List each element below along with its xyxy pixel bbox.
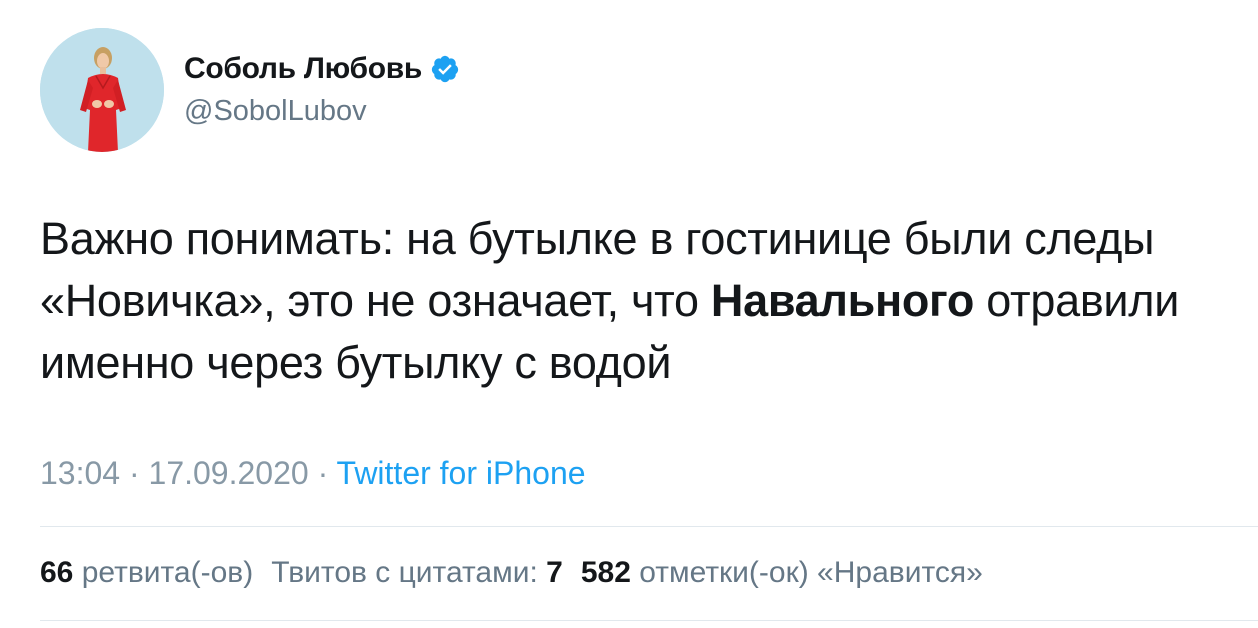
divider bbox=[40, 526, 1258, 527]
tweet-text-line-3: именно через бутылку с водой bbox=[40, 337, 672, 388]
divider bbox=[40, 620, 1258, 621]
tweet-text-segment: отравили bbox=[974, 275, 1180, 326]
author-display-name[interactable]: Соболь Любовь bbox=[184, 52, 422, 86]
retweets-stat[interactable]: 66 ретвита(-ов) bbox=[40, 556, 253, 589]
likes-label: отметки(-ок) «Нравится» bbox=[639, 556, 983, 589]
avatar-portrait-icon bbox=[40, 28, 164, 152]
author-name-row: Соболь Любовь bbox=[184, 52, 460, 86]
quotes-label: Твитов с цитатами: bbox=[271, 556, 538, 589]
quotes-count: 7 bbox=[546, 556, 563, 589]
tweet-text-bold-segment: Навального bbox=[710, 275, 975, 326]
retweets-count: 66 bbox=[40, 556, 74, 589]
tweet-source-link[interactable]: Twitter for iPhone bbox=[337, 455, 586, 491]
quotes-stat[interactable]: Твитов с цитатами: 7 bbox=[271, 556, 563, 589]
tweet-text: Важно понимать: на бутылке в гостинице б… bbox=[40, 208, 1240, 394]
meta-separator: · bbox=[120, 455, 149, 491]
tweet-text-line-1: Важно понимать: на бутылке в гостинице б… bbox=[40, 213, 1155, 264]
tweet-time[interactable]: 13:04 bbox=[40, 455, 120, 491]
meta-separator: · bbox=[308, 455, 337, 491]
tweet-meta: 13:04 · 17.09.2020 · Twitter for iPhone bbox=[40, 455, 586, 492]
likes-stat[interactable]: 582 отметки(-ок) «Нравится» bbox=[581, 556, 983, 589]
author-handle[interactable]: @SobolLubov bbox=[184, 95, 367, 128]
verified-badge-icon bbox=[430, 54, 460, 84]
retweets-label: ретвита(-ов) bbox=[81, 556, 254, 589]
avatar[interactable] bbox=[40, 28, 164, 152]
tweet-date[interactable]: 17.09.2020 bbox=[149, 455, 309, 491]
tweet-text-segment: «Новичка», это не означает, что bbox=[40, 275, 711, 326]
tweet-stats: 66 ретвита(-ов) Твитов с цитатами: 7 582 о… bbox=[40, 556, 983, 590]
tweet-card: Соболь Любовь @SobolLubov Важно понимать… bbox=[0, 0, 1258, 628]
likes-count: 582 bbox=[580, 556, 631, 589]
tweet-text-line-2: «Новичка», это не означает, что Навально… bbox=[40, 270, 1240, 332]
